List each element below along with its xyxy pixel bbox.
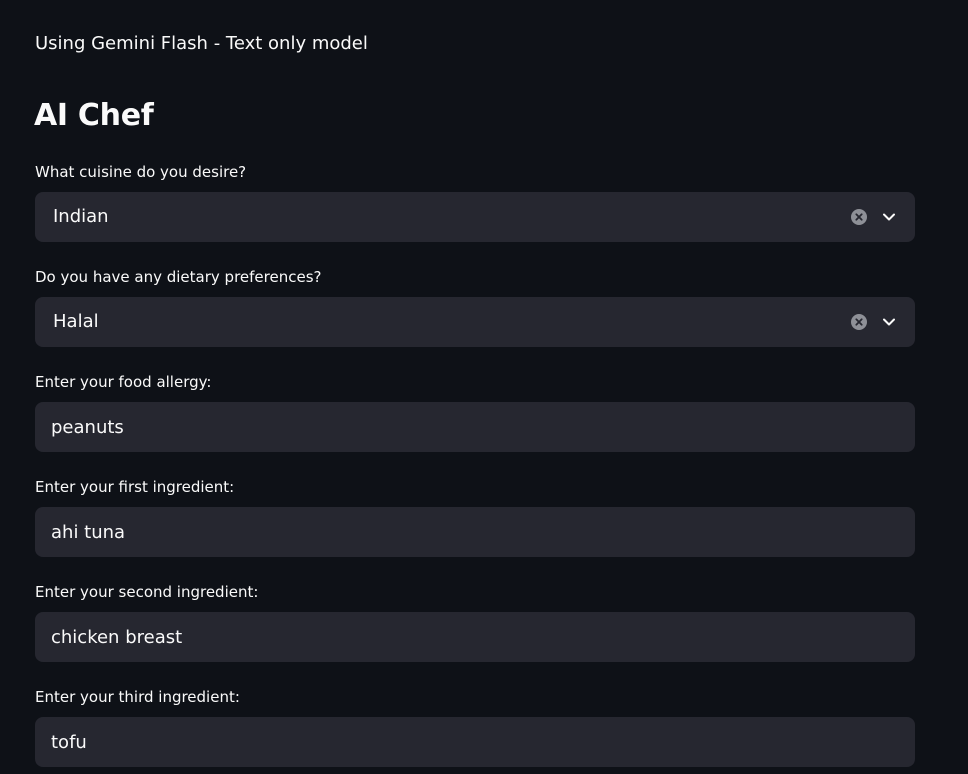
ingredient-2-label: Enter your second ingredient:: [35, 583, 259, 601]
ingredient-2-field: Enter your second ingredient:: [35, 582, 915, 662]
chevron-down-icon[interactable]: [881, 314, 897, 330]
dietary-field: Do you have any dietary preferences? Hal…: [35, 267, 915, 347]
page-title: AI Chef: [34, 98, 154, 133]
ingredient-3-input-wrapper: [35, 717, 915, 767]
clear-circle-icon[interactable]: [851, 314, 867, 330]
chevron-down-icon[interactable]: [881, 209, 897, 225]
ingredient-2-input-wrapper: [35, 612, 915, 662]
cuisine-select[interactable]: Indian: [35, 192, 915, 242]
dietary-select[interactable]: Halal: [35, 297, 915, 347]
cuisine-selected-value: Indian: [53, 206, 109, 227]
ingredient-1-field: Enter your first ingredient:: [35, 477, 915, 557]
cuisine-field: What cuisine do you desire? Indian: [35, 162, 915, 242]
ingredient-2-input[interactable]: [35, 612, 915, 662]
model-caption: Using Gemini Flash - Text only model: [35, 33, 368, 54]
dietary-selected-value: Halal: [53, 311, 99, 332]
ingredient-3-field: Enter your third ingredient:: [35, 687, 915, 767]
ingredient-3-input[interactable]: [35, 717, 915, 767]
cuisine-label: What cuisine do you desire?: [35, 163, 247, 181]
allergy-field: Enter your food allergy:: [35, 372, 915, 452]
allergy-input[interactable]: [35, 402, 915, 452]
dietary-label: Do you have any dietary preferences?: [35, 268, 322, 286]
clear-circle-icon[interactable]: [851, 209, 867, 225]
ingredient-1-input-wrapper: [35, 507, 915, 557]
allergy-label: Enter your food allergy:: [35, 373, 212, 391]
ingredient-1-label: Enter your first ingredient:: [35, 478, 235, 496]
app-page: Using Gemini Flash - Text only model AI …: [0, 0, 968, 774]
allergy-input-wrapper: [35, 402, 915, 452]
ingredient-3-label: Enter your third ingredient:: [35, 688, 240, 706]
ingredient-1-input[interactable]: [35, 507, 915, 557]
